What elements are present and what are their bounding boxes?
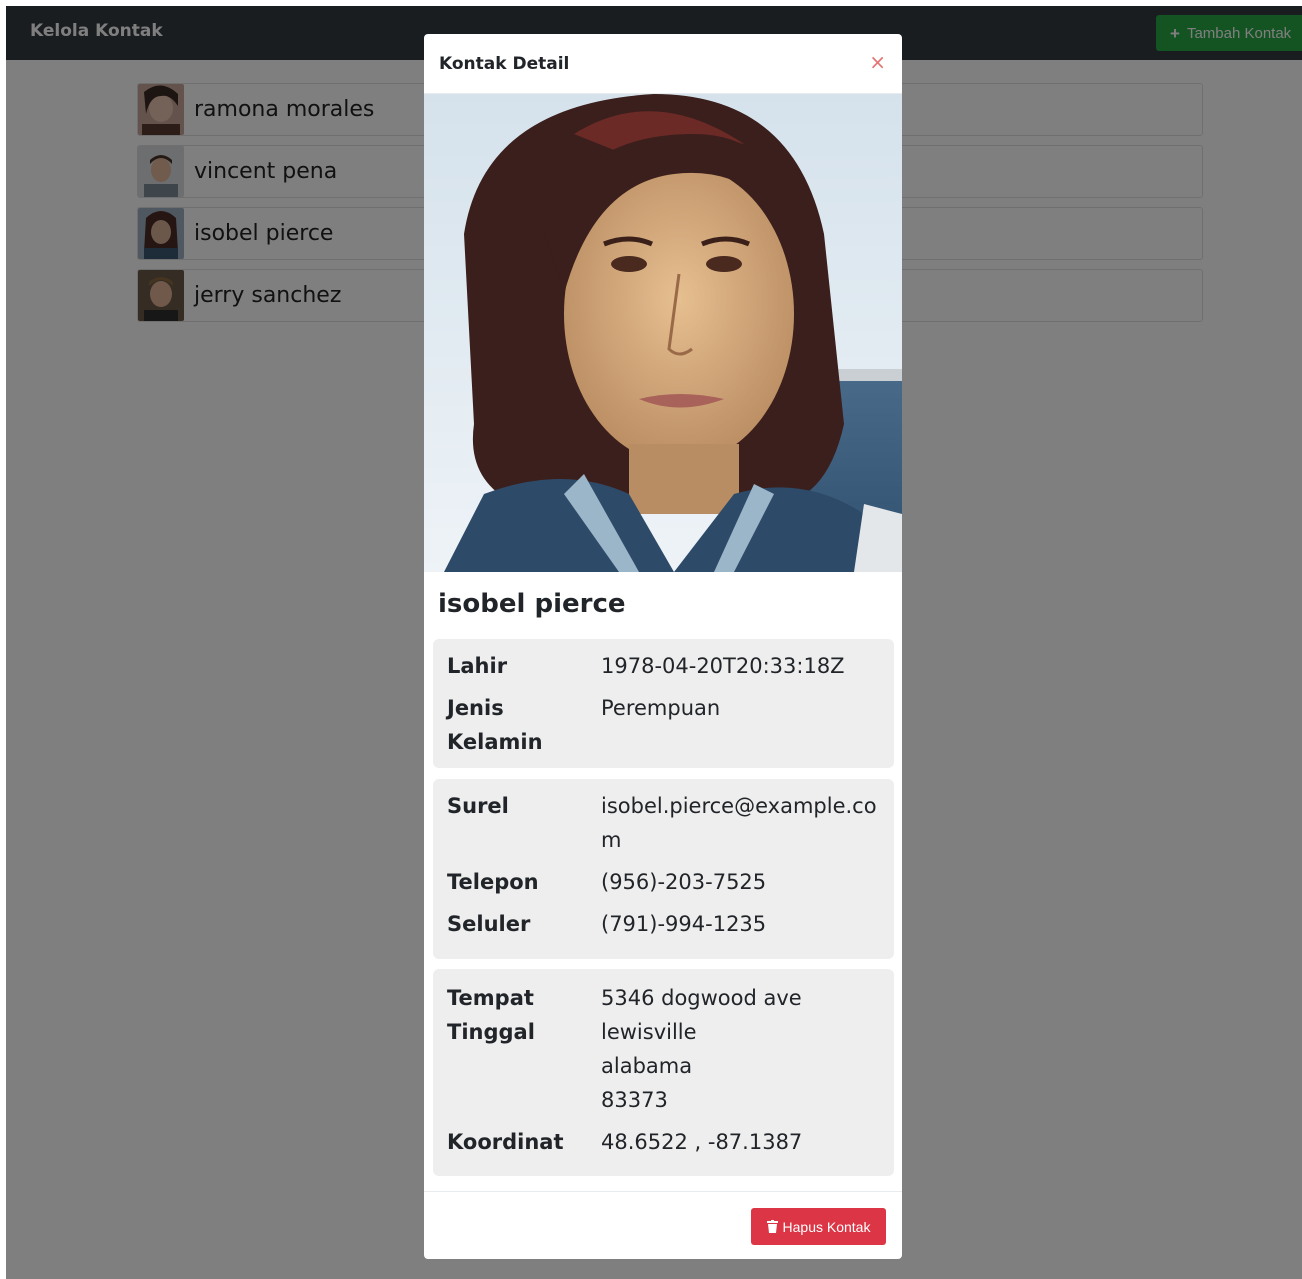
phone-value[interactable]: (956)-203-7525 <box>601 865 891 899</box>
birth-value: 1978-04-20T20:33:18Z <box>601 654 845 678</box>
info-card-contact: Surel isobel.pierce@example.co m Telepon… <box>433 779 894 959</box>
coord-value: 48.6522 , -87.1387 <box>601 1130 803 1154</box>
app-page: Kelola Kontak + Tambah Kontak ramona mor… <box>6 6 1302 1279</box>
gender-label-line1: Jenis <box>447 696 504 720</box>
email-label: Surel <box>447 794 509 818</box>
row-birth: Lahir 1978-04-20T20:33:18Z <box>447 649 887 683</box>
row-cell: Seluler (791)-994-1235 <box>447 907 887 941</box>
address-state: alabama <box>601 1054 693 1078</box>
coord-label: Koordinat <box>447 1130 564 1154</box>
row-phone: Telepon (956)-203-7525 <box>447 865 887 899</box>
info-card-personal: Lahir 1978-04-20T20:33:18Z Jenis Kelamin… <box>433 639 894 768</box>
address-label-line1: Tempat <box>447 986 534 1010</box>
row-gender: Jenis Kelamin Perempuan <box>447 691 887 759</box>
address-street: 5346 dogwood ave <box>601 986 802 1010</box>
close-icon[interactable]: × <box>869 52 886 72</box>
info-card-address: Tempat Tinggal 5346 dogwood ave lewisvil… <box>433 969 894 1176</box>
gender-label-line2: Kelamin <box>447 730 543 754</box>
cell-value[interactable]: (791)-994-1235 <box>601 907 891 941</box>
birth-label: Lahir <box>447 654 508 678</box>
contact-detail-modal: Kontak Detail × isobel pierce Lahir 1978… <box>424 34 902 1259</box>
trash-icon <box>766 1220 778 1233</box>
phone-label: Telepon <box>447 870 539 894</box>
row-address: Tempat Tinggal 5346 dogwood ave lewisvil… <box>447 981 887 1117</box>
address-label-line2: Tinggal <box>447 1020 535 1044</box>
row-coordinates: Koordinat 48.6522 , -87.1387 <box>447 1125 887 1159</box>
delete-contact-button[interactable]: Hapus Kontak <box>751 1208 886 1245</box>
address-city: lewisville <box>601 1020 697 1044</box>
modal-footer: Hapus Kontak <box>424 1191 902 1259</box>
delete-contact-label: Hapus Kontak <box>782 1218 871 1235</box>
gender-value: Perempuan <box>601 696 721 720</box>
email-value-line2[interactable]: m <box>601 823 891 857</box>
modal-title: Kontak Detail <box>439 54 570 74</box>
row-email: Surel isobel.pierce@example.co m <box>447 789 887 857</box>
address-zip: 83373 <box>601 1088 668 1112</box>
email-value-line1[interactable]: isobel.pierce@example.co <box>601 789 891 823</box>
cell-label: Seluler <box>447 912 531 936</box>
modal-header: Kontak Detail × <box>424 34 902 94</box>
contact-photo <box>424 94 902 572</box>
contact-detail-name: isobel pierce <box>438 589 626 619</box>
